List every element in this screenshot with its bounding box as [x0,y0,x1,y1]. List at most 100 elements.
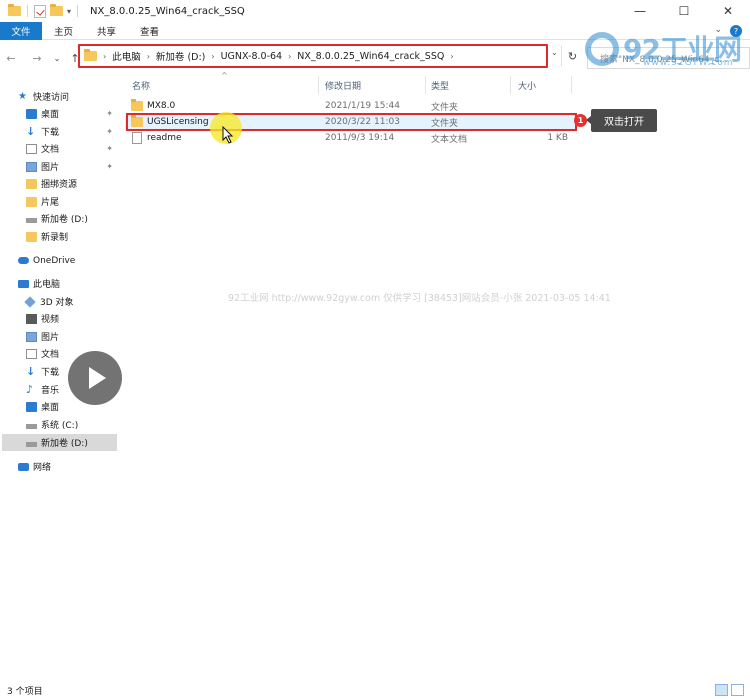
expand-ribbon-icon[interactable]: ⌄ [714,25,722,37]
column-header-date[interactable]: 修改日期 [325,76,361,94]
sidebar-item-documents[interactable]: 文档 ✦ [26,140,117,157]
new-folder-icon[interactable] [50,4,63,16]
window-controls: — ☐ ✕ [618,0,750,22]
close-button[interactable]: ✕ [706,0,750,22]
sidebar-item-desktop[interactable]: 桌面 ✦ [26,105,117,122]
ribbon-tabs: 文件 主页 共享 查看 ⌄ ? [0,22,750,40]
sidebar-item-drive-c[interactable]: 系统 (C:) [26,416,117,433]
sidebar-item-label: 片尾 [41,198,60,208]
sidebar-item-label: OneDrive [33,255,76,266]
folder-icon [8,4,21,16]
drive-icon [26,218,37,223]
folder-icon [131,99,143,111]
sidebar-item-label: 图片 [41,333,60,343]
tab-home[interactable]: 主页 [42,22,85,40]
help-icon[interactable]: ? [730,25,742,37]
sidebar-item-pictures-pc[interactable]: 图片 [26,328,117,345]
sidebar-item-drive-d[interactable]: 新加卷 (D:) [2,434,117,451]
sidebar-item-label: 新加卷 (D:) [41,439,88,449]
search-input[interactable]: 搜索"NX_8.0.0.25_Win64_c... [587,47,750,69]
divider [27,5,28,17]
divider [77,5,79,17]
breadcrumb-current-folder[interactable]: NX_8.0.0.25_Win64_crack_SSQ [297,51,444,62]
view-toggle [715,684,744,696]
sidebar-item-label: 桌面 [41,110,60,120]
forward-arrow-icon[interactable]: → [30,52,44,65]
3d-objects-icon [24,295,36,308]
sidebar-item-label: 文档 [41,350,60,360]
desktop-icon [26,401,37,412]
download-icon: ↓ [26,364,36,378]
sidebar-item-label: 3D 对象 [40,298,74,308]
folder-icon [26,178,37,189]
divider [318,76,319,94]
document-icon [26,348,37,359]
folder-icon [26,196,37,207]
maximize-button[interactable]: ☐ [662,0,706,22]
sidebar-item-bundle-resources[interactable]: 捆绑资源 [26,175,117,192]
sidebar-item-label: 桌面 [41,403,60,413]
chevron-right-icon[interactable]: › [288,52,291,61]
chevron-right-icon[interactable]: › [450,52,453,61]
text-file-icon [132,132,142,144]
breadcrumb-this-pc[interactable]: 此电脑 [112,49,141,63]
breadcrumb-drive-d[interactable]: 新加卷 (D:) [156,49,205,63]
document-icon [26,143,37,154]
column-header-name[interactable]: 名称 [132,76,150,94]
address-bar[interactable]: › 此电脑 › 新加卷 (D:) › UGNX-8.0-64 › NX_8.0.… [78,44,548,68]
window-title: NX_8.0.0.25_Win64_crack_SSQ [90,5,245,17]
list-item[interactable]: MX8.0 2021/1/19 15:44 文件夹 [125,98,577,114]
sidebar-item-label: 新加卷 (D:) [41,215,88,225]
sidebar-item-pictures[interactable]: 图片 ✦ [26,158,117,175]
tab-file[interactable]: 文件 [0,22,42,40]
breadcrumb-ugnx[interactable]: UGNX-8.0-64 [221,51,283,62]
pin-icon[interactable]: ✦ [106,144,113,153]
minimize-button[interactable]: — [618,0,662,22]
column-header-size[interactable]: 大小 [518,76,536,94]
file-type: 文本文档 [431,134,468,145]
sidebar-item-videos[interactable]: 视频 [26,310,117,327]
sidebar-item-ending[interactable]: 片尾 [26,193,117,210]
divider [510,76,511,94]
sidebar-item-label: 此电脑 [33,280,61,290]
chevron-right-icon[interactable]: › [147,52,150,61]
pin-icon[interactable]: ✦ [106,127,113,136]
play-icon[interactable] [68,351,122,405]
recent-locations-icon[interactable]: ⌄ [50,54,64,63]
column-header-type[interactable]: 类型 [431,76,449,94]
desktop-icon [26,108,37,119]
sidebar-item-label: 快速访问 [33,93,70,103]
list-item[interactable]: readme 2011/9/3 19:14 文本文档 1 KB [125,130,577,146]
properties-icon[interactable] [34,4,46,18]
sidebar-item-label: 捆绑资源 [41,180,78,190]
video-icon [26,313,37,324]
sidebar-item-new-recording[interactable]: 新录制 [26,228,117,245]
computer-icon [18,279,29,288]
refresh-icon[interactable]: ↻ [561,46,583,66]
large-icons-view-icon[interactable] [731,684,744,696]
sidebar-item-label: 视频 [41,315,60,325]
sidebar-item-label: 下载 [41,128,60,138]
pin-icon[interactable]: ✦ [106,109,113,118]
sidebar-item-label: 网络 [33,463,52,473]
sidebar-item-3d-objects[interactable]: 3D 对象 [24,293,117,310]
sidebar-item-label: 新录制 [41,233,69,243]
status-bar: 3 个项目 [0,680,750,700]
sidebar-item-downloads[interactable]: ↓ 下载 ✦ [26,123,117,140]
file-name: MX8.0 [147,101,176,111]
details-view-icon[interactable] [715,684,728,696]
pin-icon[interactable]: ✦ [106,162,113,171]
address-history-chevron-icon[interactable]: ⌄ [551,48,558,57]
star-icon: ★ [18,90,27,102]
tab-view[interactable]: 查看 [128,22,171,40]
picture-icon [26,161,37,172]
chevron-down-icon[interactable]: ▾ [67,7,71,16]
sidebar-item-drive-d-quick[interactable]: 新加卷 (D:) [26,210,117,227]
chevron-right-icon[interactable]: › [211,52,214,61]
tab-share[interactable]: 共享 [85,22,128,40]
chevron-right-icon[interactable]: › [103,52,106,61]
back-arrow-icon[interactable]: ← [4,52,18,65]
sidebar-item-label: 下载 [41,368,60,378]
download-icon: ↓ [26,124,36,138]
file-name: readme [147,133,182,143]
